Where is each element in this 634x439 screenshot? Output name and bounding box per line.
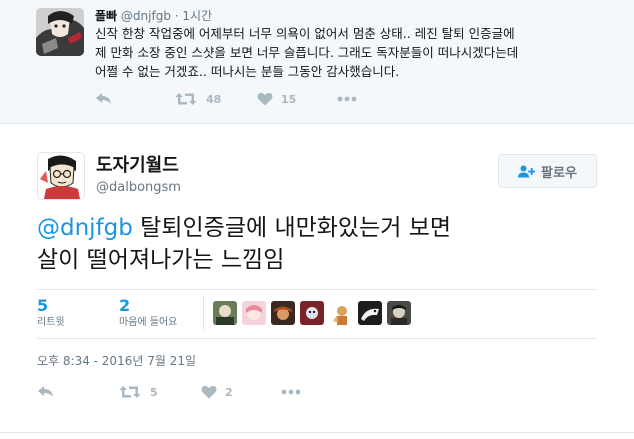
bottom-divider <box>0 432 634 433</box>
stats-vertical-divider <box>203 296 204 330</box>
parent-like-count: 15 <box>281 92 297 106</box>
more-icon <box>337 96 357 102</box>
parent-text-line: 신작 한창 작업중에 어제부터 너무 의욕이 없어서 멈춘 상태.. 레진 탈퇴… <box>95 26 515 41</box>
parent-header: 폴빠 @dnjfgb · 1시간 <box>95 8 212 24</box>
parent-author-handle[interactable]: @dnjfgb <box>121 9 171 23</box>
follow-user-icon <box>518 165 536 177</box>
main-action-bar: 5 2 <box>37 385 301 399</box>
stats-divider-bottom <box>37 338 597 339</box>
mention-link[interactable]: @dnjfgb <box>37 215 133 241</box>
liker-avatar[interactable] <box>387 301 411 325</box>
parent-retweet-button[interactable]: 48 <box>175 92 257 106</box>
likes-stat-label: 마음에 들어요 <box>119 317 178 328</box>
liker-avatars <box>213 301 416 325</box>
liker-avatar[interactable] <box>329 301 353 325</box>
likes-stat[interactable]: 2 마음에 들어요 <box>119 297 177 330</box>
main-like-button[interactable]: 2 <box>201 385 281 399</box>
liker-avatar[interactable] <box>213 301 237 325</box>
main-text-line-2: 살이 떨어져나가는 느낌임 <box>37 247 285 273</box>
retweet-icon <box>175 93 197 105</box>
reply-icon <box>38 386 53 397</box>
heart-icon <box>201 385 217 399</box>
main-more-button[interactable] <box>281 389 301 395</box>
main-author-name[interactable]: 도자기월드 <box>96 155 179 177</box>
main-reply-button[interactable] <box>37 385 119 399</box>
parent-reply-button[interactable] <box>95 92 175 106</box>
follow-button[interactable]: 팔로우 <box>498 154 597 188</box>
retweets-stat-value: 5 <box>37 296 49 315</box>
liker-avatar[interactable] <box>242 301 266 325</box>
heart-icon <box>257 92 273 106</box>
parent-action-bar: 48 15 <box>95 92 357 106</box>
more-icon <box>281 389 301 395</box>
liker-avatar[interactable] <box>300 301 324 325</box>
likes-stat-value: 2 <box>119 296 131 315</box>
follow-button-label: 팔로우 <box>541 165 577 181</box>
parent-more-button[interactable] <box>337 96 357 102</box>
retweet-icon <box>119 386 141 398</box>
main-author-handle[interactable]: @dalbongsm <box>96 180 181 196</box>
liker-avatar[interactable] <box>358 301 382 325</box>
parent-tweet[interactable]: 폴빠 @dnjfgb · 1시간 신작 한창 작업중에 어제부터 너무 의욕이 … <box>0 0 634 124</box>
main-tweet-text: @dnjfgb 탈퇴인증글에 내만화있는거 보면 살이 떨어져나가는 느낌임 <box>37 212 607 276</box>
main-text-rest: 탈퇴인증글에 내만화있는거 보면 <box>132 215 452 241</box>
retweets-stat-label: 리트윗 <box>37 317 65 328</box>
parent-retweet-count: 48 <box>206 92 222 106</box>
liker-avatar[interactable] <box>271 301 295 325</box>
retweets-stat[interactable]: 5 리트윗 <box>37 297 65 330</box>
parent-text-line: 어쩔 수 없는 거겠죠.. 떠나시는 분들 그동안 감사했습니다. <box>95 64 400 79</box>
parent-author-name[interactable]: 폴빠 <box>95 9 117 23</box>
parent-tweet-text: 신작 한창 작업중에 어제부터 너무 의욕이 없어서 멈춘 상태.. 레진 탈퇴… <box>95 24 625 81</box>
parent-text-line: 제 만화 소장 중인 스샷을 보면 너무 슬픕니다. 그래도 독자분들이 떠나시… <box>95 45 519 60</box>
parent-avatar[interactable] <box>36 8 84 56</box>
parent-timestamp[interactable]: 1시간 <box>182 9 212 23</box>
main-timestamp: 오후 8:34 - 2016년 7월 21일 <box>37 354 196 368</box>
main-retweet-button[interactable]: 5 <box>119 385 201 399</box>
reply-icon <box>96 93 111 104</box>
parent-time-separator: · <box>174 9 179 23</box>
main-avatar[interactable] <box>37 152 85 200</box>
main-retweet-count: 5 <box>150 385 158 399</box>
main-like-count: 2 <box>225 385 233 399</box>
main-text-line-1: @dnjfgb 탈퇴인증글에 내만화있는거 보면 <box>37 212 607 244</box>
stats-divider-top <box>37 289 597 290</box>
parent-like-button[interactable]: 15 <box>257 92 337 106</box>
